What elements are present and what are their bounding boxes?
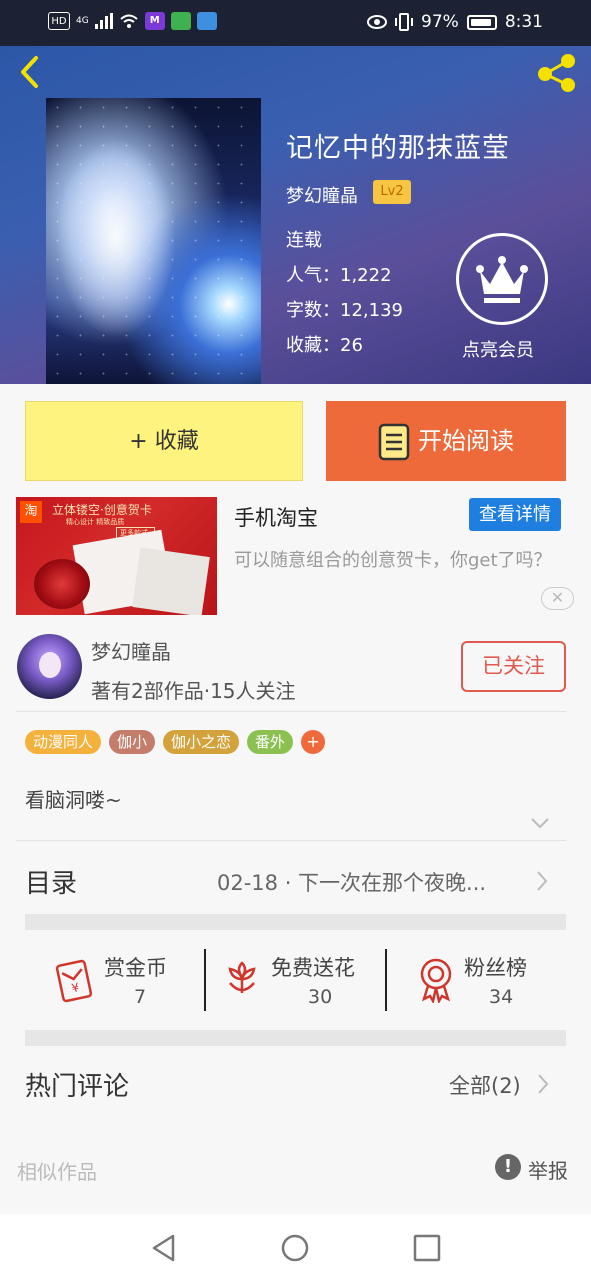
ad-card-shape-2 <box>132 547 210 615</box>
reward-coins-label: 赏金币 <box>104 956 167 980</box>
tag-item[interactable]: 伽小 <box>109 730 156 754</box>
book-author[interactable]: 梦幻瞳晶 <box>286 182 358 208</box>
book-title: 记忆中的那抹蓝莹 <box>286 133 510 164</box>
all-comments-link[interactable]: 全部(2) <box>449 1070 521 1100</box>
ad-description[interactable]: 可以随意组合的创意贺卡，你get了吗？ <box>234 548 564 573</box>
reward-coins-button[interactable]: ¥ 赏金币 7 <box>52 949 202 1011</box>
nav-back-icon[interactable] <box>149 1233 179 1263</box>
signal-icon <box>94 13 113 29</box>
similar-works-label: 相似作品 <box>17 1160 97 1184</box>
favorites-stat: 收藏：26 <box>286 335 363 356</box>
flower-icon <box>228 961 256 993</box>
divider <box>385 949 387 1011</box>
latest-chapter[interactable]: 02-18 · 下一次在那个夜晚... <box>217 867 486 897</box>
taobao-logo: 淘 <box>20 501 42 523</box>
vip-label[interactable]: 点亮会员 <box>462 336 534 362</box>
book-status: 连载 <box>286 230 322 251</box>
chevron-down-icon[interactable] <box>529 815 551 831</box>
book-description: 看脑洞喽~ <box>25 788 122 812</box>
book-header: 记忆中的那抹蓝莹 梦幻瞳晶 Lv2 连载 人气：1,222 字数：12,139 … <box>0 46 591 384</box>
vip-button[interactable] <box>456 233 548 325</box>
wifi-icon <box>120 14 138 28</box>
system-nav-bar <box>0 1214 591 1280</box>
ad-banner-sub: 精心设计 精致品质 <box>66 518 125 526</box>
toc-label[interactable]: 目录 <box>25 863 77 900</box>
add-tag-button[interactable]: + <box>301 730 326 754</box>
ad-title[interactable]: 手机淘宝 <box>234 502 318 532</box>
cover-cloud <box>56 138 176 338</box>
start-reading-label: 开始阅读 <box>418 427 514 455</box>
app-green-icon <box>170 12 191 30</box>
popularity-stat: 人气：1,222 <box>286 265 392 286</box>
battery-percent: 97% <box>421 12 459 32</box>
follow-button[interactable]: 已关注 <box>461 641 566 692</box>
send-flower-value: 30 <box>308 986 333 1008</box>
tag-list: 动漫同人 伽小 伽小之恋 番外 + <box>25 730 326 754</box>
ad-details-button[interactable]: 查看详情 <box>469 498 561 531</box>
send-flower-button[interactable]: 免费送花 30 <box>222 949 372 1011</box>
report-link[interactable]: 举报 <box>528 1155 568 1184</box>
word-count-stat: 字数：12,139 <box>286 300 403 321</box>
tag-item[interactable]: 动漫同人 <box>25 730 102 754</box>
ad-image[interactable]: 淘 立体镂空·创意贺卡 精心设计 精致品质 更多款式› <box>16 497 217 615</box>
fan-ranking-button[interactable]: 粉丝榜 34 <box>416 949 566 1011</box>
hd-icon: HD <box>48 12 70 30</box>
section-separator <box>25 1030 566 1046</box>
app-m-icon: M <box>144 12 165 30</box>
back-icon[interactable] <box>14 52 48 92</box>
section-separator <box>25 914 566 930</box>
start-reading-button[interactable]: 开始阅读 <box>326 401 566 481</box>
nav-home-icon[interactable] <box>280 1233 310 1263</box>
ad-close-icon[interactable]: ✕ <box>541 587 574 610</box>
divider <box>16 711 566 712</box>
reward-coins-value: 7 <box>134 986 147 1008</box>
report-icon[interactable]: ! <box>495 1154 521 1180</box>
nav-recents-icon[interactable] <box>412 1233 442 1263</box>
ad-rose <box>34 559 90 609</box>
battery-icon <box>466 14 497 30</box>
author-avatar[interactable] <box>17 634 82 699</box>
send-flower-label: 免费送花 <box>271 956 355 980</box>
medal-icon <box>420 958 452 1003</box>
share-icon[interactable] <box>535 50 581 94</box>
divider <box>204 949 206 1011</box>
ad-banner-text: 立体镂空·创意贺卡 <box>52 503 152 517</box>
tag-item[interactable]: 伽小之恋 <box>163 730 240 754</box>
book-icon <box>378 423 410 461</box>
fan-ranking-value: 34 <box>489 986 514 1008</box>
author-info: 著有2部作品·15人关注 <box>91 679 296 703</box>
author-name[interactable]: 梦幻瞳晶 <box>91 636 171 665</box>
vibrate-icon <box>395 13 414 31</box>
status-bar: HD 4G M 97% 8:31 <box>0 0 591 46</box>
signal-label: 4G <box>76 16 89 26</box>
fan-ranking-label: 粉丝榜 <box>464 956 527 980</box>
clock: 8:31 <box>504 12 543 32</box>
crown-icon <box>476 256 528 303</box>
eye-icon <box>367 15 388 29</box>
svg-text:¥: ¥ <box>70 980 81 995</box>
collect-button[interactable]: + 收藏 <box>25 401 303 481</box>
chevron-right-icon[interactable] <box>535 1071 551 1097</box>
hot-comments-label: 热门评论 <box>25 1072 130 1102</box>
tag-item[interactable]: 番外 <box>247 730 294 754</box>
level-badge: Lv2 <box>373 180 411 204</box>
book-cover[interactable] <box>46 98 261 384</box>
app-blue-icon <box>196 12 217 30</box>
divider <box>16 840 566 841</box>
chevron-right-icon[interactable] <box>534 868 550 894</box>
red-envelope-icon: ¥ <box>55 959 93 1003</box>
